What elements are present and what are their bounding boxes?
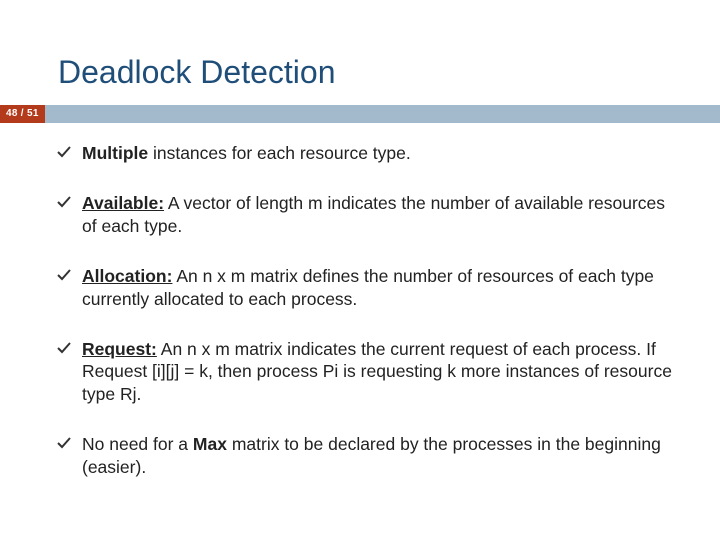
slide: Deadlock Detection 48 / 51 Multiple inst… <box>0 0 720 540</box>
bullet-label: Available: <box>82 193 164 213</box>
slide-title: Deadlock Detection <box>58 54 335 91</box>
check-icon <box>56 194 72 210</box>
bullet-label: Request: <box>82 339 157 359</box>
bullet-label: Allocation: <box>82 266 172 286</box>
bullet-text: An n x m matrix indicates the current re… <box>82 339 672 404</box>
bullet-available: Available: A vector of length m indicate… <box>56 192 680 237</box>
bullet-no-max: No need for a Max matrix to be declared … <box>56 433 680 478</box>
bullet-text: A vector of length m indicates the numbe… <box>82 193 665 235</box>
check-icon <box>56 340 72 356</box>
check-icon <box>56 144 72 160</box>
bullet-text-pre: No need for a <box>82 434 193 454</box>
bullet-bold: Multiple <box>82 143 148 163</box>
header-bar <box>0 105 720 123</box>
bullet-allocation: Allocation: An n x m matrix defines the … <box>56 265 680 310</box>
content-area: Multiple instances for each resource typ… <box>56 142 680 478</box>
bullet-text: instances for each resource type. <box>148 143 411 163</box>
check-icon <box>56 267 72 283</box>
bullet-bold: Max <box>193 434 227 454</box>
bullet-multiple: Multiple instances for each resource typ… <box>56 142 680 164</box>
page-counter: 48 / 51 <box>0 105 45 123</box>
check-icon <box>56 435 72 451</box>
bullet-request: Request: An n x m matrix indicates the c… <box>56 338 680 405</box>
